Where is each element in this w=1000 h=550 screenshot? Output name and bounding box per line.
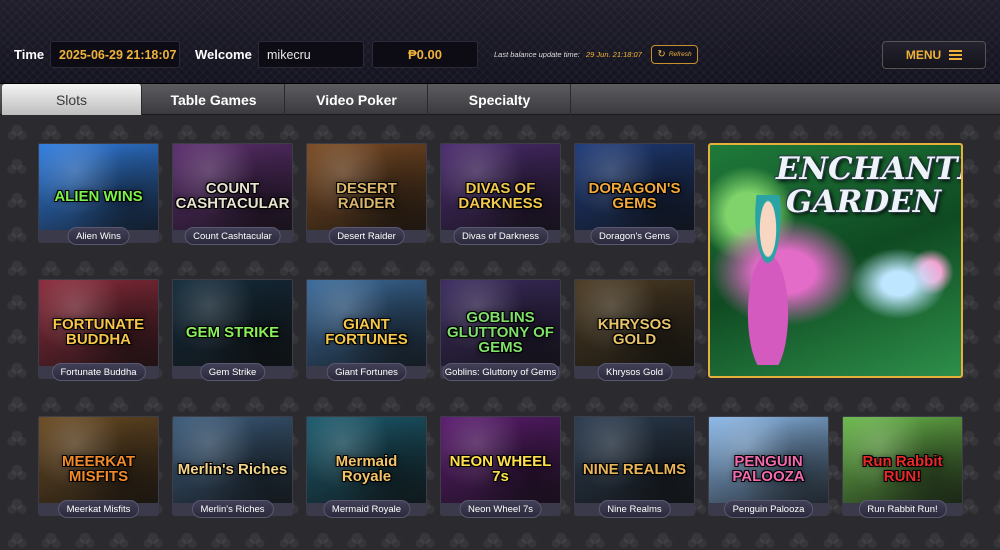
- balance-display: ₱0.00: [372, 41, 478, 68]
- game-thumbnail: Mermaid Royale: [306, 416, 427, 504]
- game-thumbnail: PENGUIN PALOOZA: [708, 416, 829, 504]
- game-thumbnail: GOBLINS GLUTTONY OF GEMS: [440, 279, 561, 367]
- tab-video-poker[interactable]: Video Poker: [286, 84, 428, 115]
- game-thumbnail: DORAGON'S GEMS: [574, 143, 695, 231]
- game-tile[interactable]: GOBLINS GLUTTONY OF GEMS Goblins: Glutton…: [440, 279, 561, 381]
- game-thumbnail-title: Merlin's Riches: [177, 460, 288, 478]
- game-name-label: Neon Wheel 7s: [459, 500, 542, 518]
- tab-specialty[interactable]: Specialty: [429, 84, 571, 115]
- game-thumbnail: ALIEN WINS: [38, 143, 159, 231]
- game-tile[interactable]: PENGUIN PALOOZA Penguin Palooza: [708, 416, 829, 518]
- welcome-label: Welcome: [195, 47, 252, 62]
- username-display: mikecru: [258, 41, 364, 68]
- time-label: Time: [14, 47, 45, 62]
- game-thumbnail: Run Rabbit RUN!: [842, 416, 963, 504]
- time-display: 2025-06-29 21:18:07: [50, 41, 180, 68]
- game-thumbnail-title: Run Rabbit RUN!: [862, 453, 943, 485]
- game-thumbnail-title: DESERT RAIDER: [336, 180, 397, 212]
- game-thumbnail: FORTUNATE BUDDHA: [38, 279, 159, 367]
- game-thumbnail: MEERKAT MISFITS: [38, 416, 159, 504]
- game-name-label: Khrysos Gold: [596, 363, 673, 381]
- game-name-label: Count Cashtacular: [184, 227, 281, 245]
- game-tile[interactable]: Mermaid Royale Mermaid Royale: [306, 416, 427, 518]
- game-tile[interactable]: ALIEN WINS Alien Wins: [38, 143, 159, 245]
- game-tile[interactable]: GEM STRIKE Gem Strike: [172, 279, 293, 381]
- game-name-label: Meerkat Misfits: [57, 500, 140, 518]
- refresh-icon: ↻: [657, 49, 666, 60]
- game-tile[interactable]: DESERT RAIDER Desert Raider: [306, 143, 427, 245]
- game-tile[interactable]: NEON WHEEL 7s Neon Wheel 7s: [440, 416, 561, 518]
- game-thumbnail-title: PENGUIN PALOOZA: [732, 453, 805, 485]
- game-tile[interactable]: GIANT FORTUNES Giant Fortunes: [306, 279, 427, 381]
- tab-table-games[interactable]: Table Games: [143, 84, 285, 115]
- game-thumbnail: NINE REALMS: [574, 416, 695, 504]
- game-thumbnail-title: GOBLINS GLUTTONY OF GEMS: [447, 308, 554, 356]
- menu-button[interactable]: MENU: [882, 41, 986, 69]
- game-name-label: Penguin Palooza: [723, 500, 814, 518]
- game-name-label: Desert Raider: [328, 227, 405, 245]
- game-thumbnail: COUNT CASHTACULAR: [172, 143, 293, 231]
- game-thumbnail-title: GEM STRIKE: [185, 323, 280, 341]
- game-name-label: Merlin's Riches: [191, 500, 274, 518]
- hamburger-icon: [949, 48, 963, 62]
- game-thumbnail: KHRYSOS GOLD: [574, 279, 695, 367]
- game-thumbnail-title: GIANT FORTUNES: [325, 316, 408, 348]
- game-thumbnail-title: NEON WHEEL 7s: [449, 453, 552, 485]
- game-tile[interactable]: NINE REALMS Nine Realms: [574, 416, 695, 518]
- tab-slots[interactable]: Slots: [2, 84, 142, 115]
- game-thumbnail-title: DIVAS OF DARKNESS: [458, 180, 543, 212]
- game-thumbnail: GEM STRIKE: [172, 279, 293, 367]
- game-name-label: Mermaid Royale: [322, 500, 411, 518]
- game-name-label: Fortunate Buddha: [51, 363, 146, 381]
- last-update-label: Last balance update time:: [494, 50, 580, 59]
- game-tile[interactable]: MEERKAT MISFITS Meerkat Misfits: [38, 416, 159, 518]
- game-name-label: Gem Strike: [199, 363, 266, 381]
- game-thumbnail-title: FORTUNATE BUDDHA: [52, 316, 145, 348]
- top-bar: Time 2025-06-29 21:18:07 Welcome mikecru…: [0, 0, 1000, 84]
- category-tabs: Slots Table Games Video Poker Specialty: [0, 84, 1000, 115]
- game-name-label: Goblins: Gluttony of Gems: [442, 363, 559, 381]
- game-thumbnail-title: MEERKAT MISFITS: [61, 453, 136, 485]
- featured-game-title: ENCHANTED GARDEN: [776, 151, 961, 220]
- game-name-label: Giant Fortunes: [326, 363, 407, 381]
- menu-label: MENU: [905, 48, 942, 62]
- game-thumbnail-title: NINE REALMS: [582, 460, 687, 478]
- game-grid: ENCHANTED GARDEN ALIEN WINS Alien Wins COU…: [0, 115, 1000, 550]
- game-tile[interactable]: COUNT CASHTACULAR Count Cashtacular: [172, 143, 293, 245]
- game-name-label: Divas of Darkness: [452, 227, 549, 245]
- game-tile[interactable]: FORTUNATE BUDDHA Fortunate Buddha: [38, 279, 159, 381]
- game-tile[interactable]: DIVAS OF DARKNESS Divas of Darkness: [440, 143, 561, 245]
- game-thumbnail: NEON WHEEL 7s: [440, 416, 561, 504]
- game-name-label: Doragon's Gems: [590, 227, 679, 245]
- featured-game-tile[interactable]: ENCHANTED GARDEN: [708, 143, 963, 378]
- game-tile[interactable]: DORAGON'S GEMS Doragon's Gems: [574, 143, 695, 245]
- game-thumbnail: GIANT FORTUNES: [306, 279, 427, 367]
- last-update-time: 29 Jun. 21:18:07: [586, 50, 642, 59]
- game-thumbnail: DIVAS OF DARKNESS: [440, 143, 561, 231]
- game-thumbnail-title: COUNT CASHTACULAR: [175, 180, 290, 212]
- game-thumbnail-title: KHRYSOS GOLD: [597, 316, 672, 348]
- game-tile[interactable]: Merlin's Riches Merlin's Riches: [172, 416, 293, 518]
- game-thumbnail-title: Mermaid Royale: [335, 453, 398, 485]
- game-name-label: Run Rabbit Run!: [858, 500, 947, 518]
- game-thumbnail-title: DORAGON'S GEMS: [588, 180, 681, 212]
- game-thumbnail: DESERT RAIDER: [306, 143, 427, 231]
- game-thumbnail: Merlin's Riches: [172, 416, 293, 504]
- game-tile[interactable]: Run Rabbit RUN! Run Rabbit Run!: [842, 416, 963, 518]
- game-name-label: Alien Wins: [67, 227, 130, 245]
- refresh-label: Refresh: [668, 51, 692, 58]
- game-name-label: Nine Realms: [598, 500, 671, 518]
- game-tile[interactable]: KHRYSOS GOLD Khrysos Gold: [574, 279, 695, 381]
- game-thumbnail-title: ALIEN WINS: [54, 187, 143, 205]
- featured-character-art: [728, 195, 808, 365]
- refresh-button[interactable]: ↻ Refresh: [651, 45, 698, 64]
